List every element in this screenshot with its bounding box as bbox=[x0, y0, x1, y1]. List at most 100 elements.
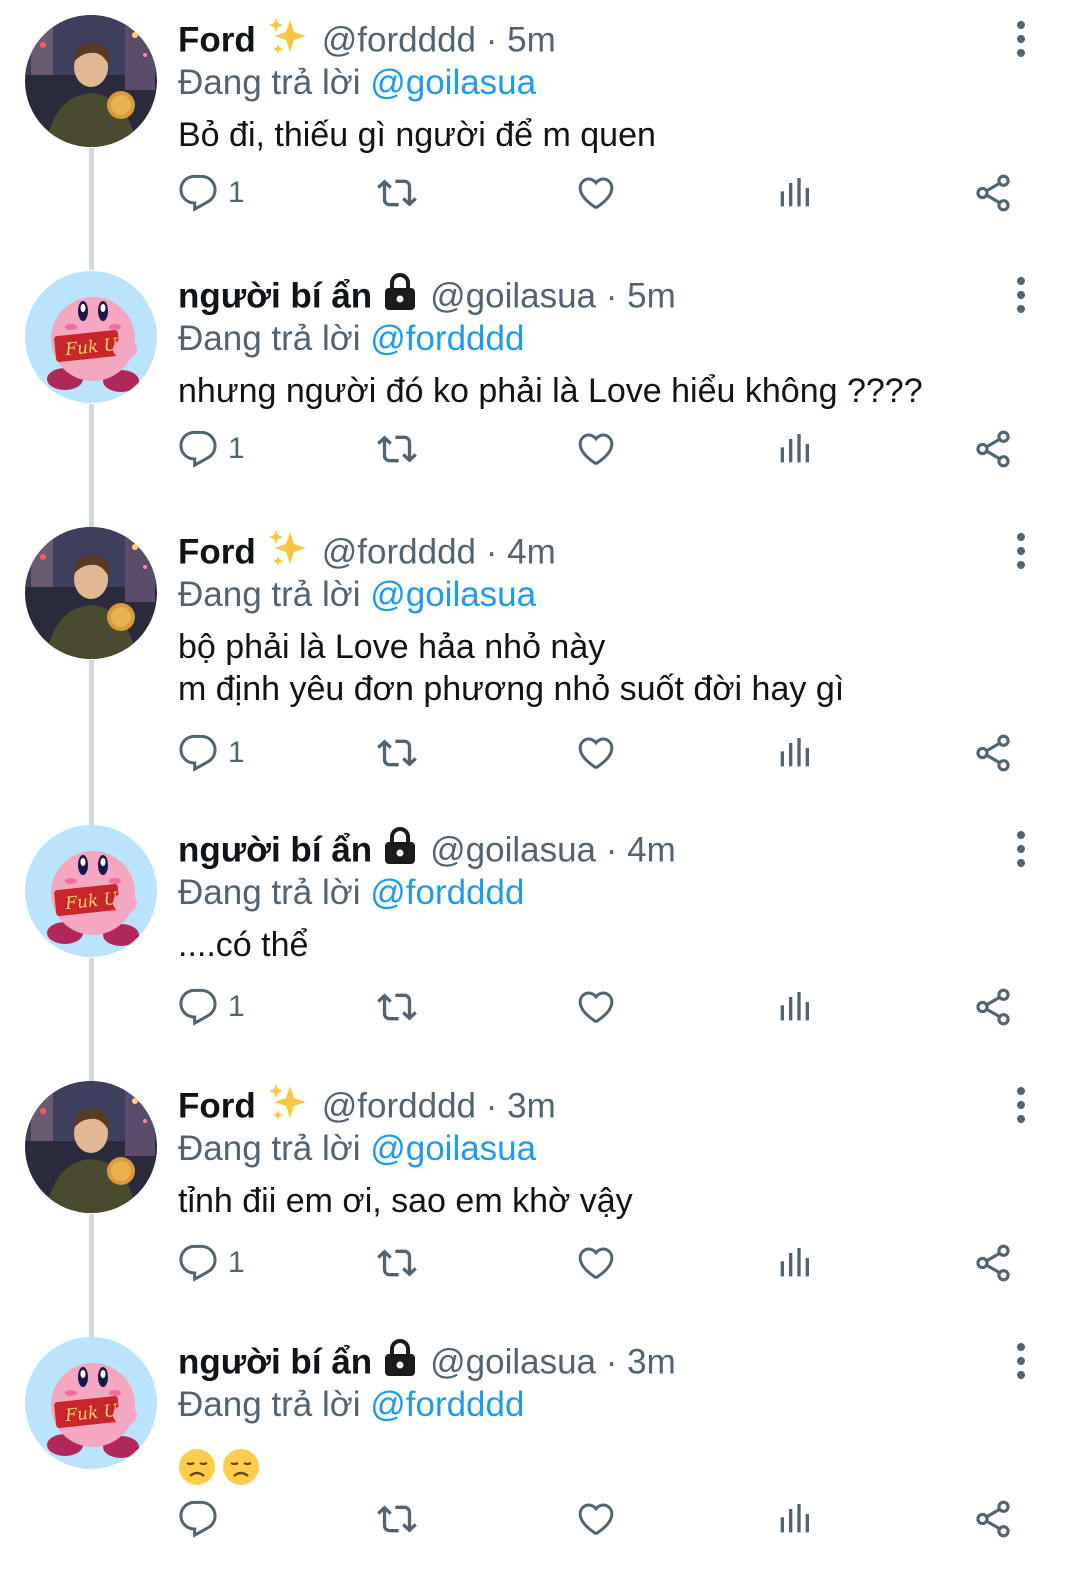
retweet-icon bbox=[374, 1243, 420, 1283]
timestamp[interactable]: 5m bbox=[507, 20, 556, 59]
tweet-actions: 1 bbox=[178, 725, 1038, 781]
share-button[interactable] bbox=[972, 421, 1014, 477]
display-name[interactable]: người bí ẩn bbox=[178, 1342, 372, 1381]
more-options-icon[interactable] bbox=[1008, 18, 1034, 64]
replying-to: Đang trả lời @fordddd bbox=[178, 316, 524, 362]
share-icon bbox=[972, 1498, 1014, 1540]
display-name[interactable]: Ford bbox=[178, 1086, 256, 1125]
user-handle[interactable]: @fordddd bbox=[322, 532, 476, 571]
tweet[interactable]: Fuk U người bí ẩn @goilasua · 3m Đang trả l… bbox=[0, 1322, 1080, 1578]
reply-count: 1 bbox=[228, 990, 245, 1023]
photo-avatar[interactable] bbox=[25, 1081, 157, 1213]
share-button[interactable] bbox=[972, 725, 1014, 781]
views-button[interactable] bbox=[774, 979, 814, 1035]
views-icon bbox=[774, 733, 814, 773]
reply-button[interactable]: 1 bbox=[178, 725, 245, 781]
replying-to-mention[interactable]: @fordddd bbox=[370, 873, 524, 912]
reply-button[interactable]: 1 bbox=[178, 979, 245, 1035]
tweet[interactable]: Ford @fordddd · 5m Đang trả lời @goilasua B… bbox=[0, 0, 1080, 256]
timestamp[interactable]: 3m bbox=[507, 1086, 556, 1125]
reply-count: 1 bbox=[228, 1246, 245, 1279]
reply-button[interactable]: 1 bbox=[178, 165, 245, 221]
reply-button[interactable]: 1 bbox=[178, 1235, 245, 1291]
views-button[interactable] bbox=[774, 1491, 814, 1547]
replying-to-label: Đang trả lời bbox=[178, 63, 371, 102]
views-icon bbox=[774, 987, 814, 1027]
replying-to-label: Đang trả lời bbox=[178, 873, 371, 912]
retweet-button[interactable] bbox=[374, 1491, 420, 1547]
like-button[interactable] bbox=[576, 979, 616, 1035]
share-icon bbox=[972, 986, 1014, 1028]
views-button[interactable] bbox=[774, 1235, 814, 1291]
timestamp[interactable]: 3m bbox=[627, 1342, 676, 1381]
tweet[interactable]: Fuk U người bí ẩn @goilasua · 5m Đang trả l… bbox=[0, 256, 1080, 512]
share-icon bbox=[972, 732, 1014, 774]
more-options-icon[interactable] bbox=[1008, 1084, 1034, 1130]
views-button[interactable] bbox=[774, 725, 814, 781]
display-name[interactable]: người bí ẩn bbox=[178, 830, 372, 869]
user-handle[interactable]: @goilasua bbox=[430, 1342, 596, 1381]
share-icon bbox=[972, 428, 1014, 470]
more-options-icon[interactable] bbox=[1008, 530, 1034, 576]
reply-icon bbox=[178, 987, 218, 1027]
tweet[interactable]: Ford @fordddd · 4m Đang trả lời @goilasua b… bbox=[0, 512, 1080, 772]
photo-avatar[interactable] bbox=[25, 15, 157, 147]
more-options-icon[interactable] bbox=[1008, 1340, 1034, 1386]
replying-to-mention[interactable]: @fordddd bbox=[370, 1385, 524, 1424]
retweet-button[interactable] bbox=[374, 979, 420, 1035]
replying-to-mention[interactable]: @goilasua bbox=[370, 63, 536, 102]
timestamp[interactable]: 4m bbox=[627, 830, 676, 869]
views-button[interactable] bbox=[774, 421, 814, 477]
display-name[interactable]: người bí ẩn bbox=[178, 276, 372, 315]
user-handle[interactable]: @goilasua bbox=[430, 830, 596, 869]
like-button[interactable] bbox=[576, 421, 616, 477]
views-icon bbox=[774, 173, 814, 213]
timestamp[interactable]: 5m bbox=[627, 276, 676, 315]
retweet-icon bbox=[374, 1499, 420, 1539]
like-button[interactable] bbox=[576, 165, 616, 221]
reply-button[interactable] bbox=[178, 1491, 218, 1547]
replying-to: Đang trả lời @fordddd bbox=[178, 1382, 524, 1428]
retweet-button[interactable] bbox=[374, 165, 420, 221]
replying-to-mention[interactable]: @goilasua bbox=[370, 575, 536, 614]
retweet-button[interactable] bbox=[374, 725, 420, 781]
share-button[interactable] bbox=[972, 1235, 1014, 1291]
share-button[interactable] bbox=[972, 979, 1014, 1035]
like-button[interactable] bbox=[576, 1235, 616, 1291]
kirby-avatar[interactable]: Fuk U bbox=[25, 1337, 157, 1469]
display-name[interactable]: Ford bbox=[178, 532, 256, 571]
like-button[interactable] bbox=[576, 1491, 616, 1547]
reply-button[interactable]: 1 bbox=[178, 421, 245, 477]
reply-count: 1 bbox=[228, 176, 245, 209]
tweet[interactable]: Fuk U người bí ẩn @goilasua · 4m Đang trả l… bbox=[0, 810, 1080, 1066]
tweet[interactable]: Ford @fordddd · 3m Đang trả lời @goilasua t… bbox=[0, 1066, 1080, 1322]
tweet-header: người bí ẩn @goilasua · 5m bbox=[178, 272, 676, 318]
views-button[interactable] bbox=[774, 165, 814, 221]
share-button[interactable] bbox=[972, 165, 1014, 221]
separator-dot: · bbox=[476, 20, 508, 60]
disappointed-face-icon bbox=[178, 1448, 216, 1486]
replying-to-mention[interactable]: @goilasua bbox=[370, 1129, 536, 1168]
timestamp[interactable]: 4m bbox=[507, 532, 556, 571]
user-handle[interactable]: @goilasua bbox=[430, 276, 596, 315]
more-options-icon[interactable] bbox=[1008, 274, 1034, 320]
retweet-button[interactable] bbox=[374, 421, 420, 477]
share-button[interactable] bbox=[972, 1491, 1014, 1547]
disappointed-face-icon bbox=[222, 1448, 260, 1486]
retweet-button[interactable] bbox=[374, 1235, 420, 1291]
tweet-actions: 1 bbox=[178, 421, 1038, 477]
views-icon bbox=[774, 1243, 814, 1283]
user-handle[interactable]: @fordddd bbox=[322, 20, 476, 59]
display-name[interactable]: Ford bbox=[178, 20, 256, 59]
photo-avatar[interactable] bbox=[25, 527, 157, 659]
more-options-icon[interactable] bbox=[1008, 828, 1034, 874]
like-button[interactable] bbox=[576, 725, 616, 781]
kirby-avatar[interactable]: Fuk U bbox=[25, 271, 157, 403]
reply-count: 1 bbox=[228, 432, 245, 465]
replying-to-mention[interactable]: @fordddd bbox=[370, 319, 524, 358]
kirby-avatar[interactable]: Fuk U bbox=[25, 825, 157, 957]
user-handle[interactable]: @fordddd bbox=[322, 1086, 476, 1125]
tweet-header: người bí ẩn @goilasua · 4m bbox=[178, 826, 676, 872]
replying-to: Đang trả lời @goilasua bbox=[178, 1126, 536, 1172]
reply-icon bbox=[178, 733, 218, 773]
